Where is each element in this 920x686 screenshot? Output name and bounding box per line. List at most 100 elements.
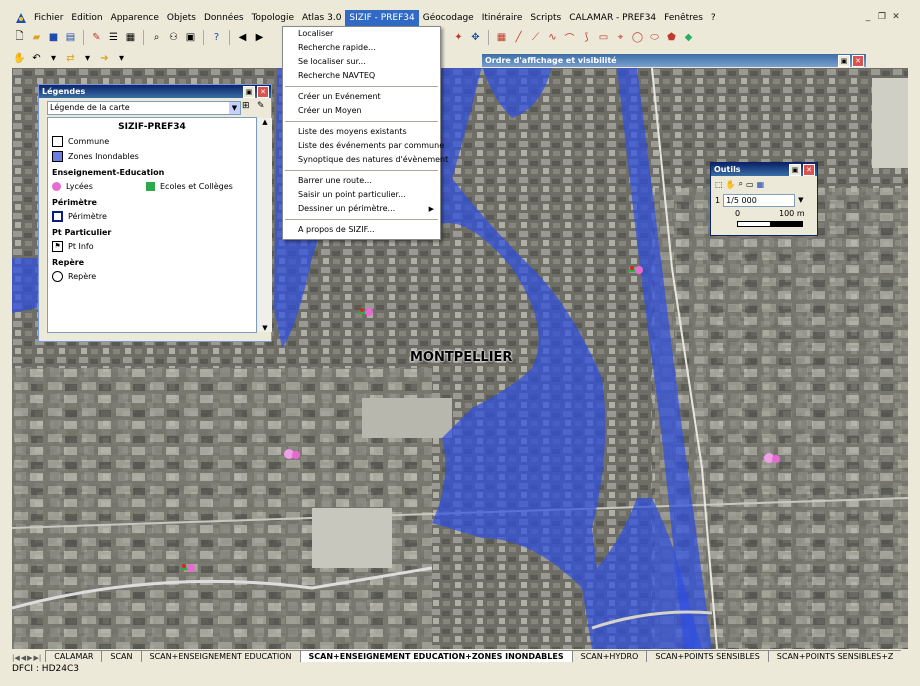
dropdown-item[interactable]: Recherche rapide... <box>283 41 440 55</box>
minimize-button[interactable]: _ <box>862 11 874 23</box>
close-panel-button[interactable]: ✕ <box>803 164 815 176</box>
menu-apparence[interactable]: Apparence <box>107 10 163 26</box>
menu-itin-raire[interactable]: Itinéraire <box>478 10 527 26</box>
legend-add-icon[interactable]: ⊞ <box>242 101 250 111</box>
chevron-down-icon[interactable]: ▼ <box>798 196 803 204</box>
dropdown-item[interactable]: Liste des événements par commune <box>283 139 444 153</box>
last-tab-icon[interactable]: ▶| <box>34 654 42 662</box>
close-panel-button[interactable]: ✕ <box>257 86 269 98</box>
back-arrow-icon[interactable]: ◀ <box>235 30 250 45</box>
restore-button[interactable]: ❐ <box>876 11 888 23</box>
draw-curve-icon[interactable]: ∿ <box>545 30 560 45</box>
table-view-icon[interactable]: ▦ <box>757 180 765 189</box>
dropdown-item-label: Créer un Evénement <box>298 92 381 101</box>
dropdown-item[interactable]: Synoptique des natures d'évènement <box>283 153 448 167</box>
edit-tool-icon[interactable]: ✦ <box>451 30 466 45</box>
grid-icon[interactable]: ▦ <box>494 30 509 45</box>
map-tab[interactable]: SCAN+POINTS SENSIBLES <box>646 650 768 662</box>
open-folder-icon[interactable]: ▰ <box>29 30 44 45</box>
draw-line-icon[interactable]: ╱ <box>511 30 526 45</box>
legend-group-perimetre: Périmètre <box>52 198 97 207</box>
zoom-icon[interactable]: ⌕ <box>739 179 743 189</box>
pan-hand-icon[interactable]: ✋ <box>726 180 736 189</box>
draw-path-icon[interactable]: ⟆ <box>579 30 594 45</box>
save-all-icon[interactable]: ▤ <box>63 30 78 45</box>
legend-edit-icon[interactable]: ✎ <box>257 101 265 111</box>
dropdown-item[interactable]: Se localiser sur... <box>283 55 440 69</box>
dropdown-item[interactable]: A propos de SIZIF... <box>283 223 440 237</box>
menu-atlas-3-0[interactable]: Atlas 3.0 <box>298 10 345 26</box>
school-icon <box>146 181 155 191</box>
draw-polyline-icon[interactable]: ⟋ <box>528 30 543 45</box>
map-tab[interactable]: SCAN+POINTS SENSIBLES+Z <box>767 650 902 662</box>
next-tab-icon[interactable]: ▶ <box>27 654 32 662</box>
save-icon[interactable]: ■ <box>46 30 61 45</box>
dropdown-item[interactable]: Recherche NAVTEQ <box>283 69 440 83</box>
undo-icon[interactable]: ↶ <box>29 51 44 66</box>
dropdown-item[interactable]: Barrer une route... <box>283 174 440 188</box>
next-icon[interactable]: ➜ <box>97 51 112 66</box>
draw-polygon-icon[interactable]: ⬟ <box>664 30 679 45</box>
menu-fichier[interactable]: Fichier <box>30 10 67 26</box>
close-button[interactable]: ✕ <box>890 11 902 23</box>
dropdown-item[interactable]: Dessiner un périmètre... ▶ <box>283 202 440 216</box>
draw-ellipse-icon[interactable]: ⬭ <box>647 30 662 45</box>
map-tool-icon[interactable]: ✎ <box>89 30 104 45</box>
binoculars-icon[interactable]: ⚇ <box>166 30 181 45</box>
pin-button[interactable]: ▣ <box>789 164 801 176</box>
table-icon[interactable]: ▦ <box>123 30 138 45</box>
dropdown-arrow-icon[interactable]: ▾ <box>46 51 61 66</box>
scale-input[interactable]: 1/5 000 <box>723 193 796 207</box>
menu-objets[interactable]: Objets <box>163 10 200 26</box>
style-icon[interactable]: ◆ <box>681 30 696 45</box>
map-tab[interactable]: SCAN+ENSEIGNEMENT EDUCATION+ZONES INONDA… <box>299 650 572 662</box>
draw-circle-icon[interactable]: ◯ <box>630 30 645 45</box>
draw-symbol-icon[interactable]: ⌖ <box>613 30 628 45</box>
dropdown-item[interactable]: Créer un Moyen <box>283 104 440 118</box>
legend-scrollbar[interactable]: ▲ ▼ <box>258 118 272 332</box>
legend-group-pt: Pt Particulier <box>52 228 112 237</box>
draw-rectangle-icon[interactable]: ▭ <box>596 30 611 45</box>
prev-tab-icon[interactable]: ◀ <box>21 654 26 662</box>
dropdown-item[interactable]: Créer un Evénement <box>283 90 440 104</box>
map-tab[interactable]: SCAN+HYDRO <box>571 650 647 662</box>
menu-g-ocodage[interactable]: Géocodage <box>419 10 478 26</box>
tooltip-icon[interactable]: ▭ <box>746 180 754 189</box>
dropdown-item[interactable]: Liste des moyens existants <box>283 125 440 139</box>
help-icon[interactable]: ? <box>209 30 224 45</box>
chevron-down-icon[interactable]: ▼ <box>229 102 240 114</box>
map-tab[interactable]: SCAN+ENSEIGNEMENT EDUCATION <box>140 650 300 662</box>
dropdown-item[interactable]: Saisir un point particulier... <box>283 188 440 202</box>
map-tab[interactable]: SCAN <box>101 650 141 662</box>
first-tab-icon[interactable]: |◀ <box>12 654 20 662</box>
dropdown-arrow-icon[interactable]: ▾ <box>80 51 95 66</box>
close-panel-button[interactable]: ✕ <box>852 55 864 67</box>
menu-sizif-pref34[interactable]: SIZIF - PREF34 <box>345 9 419 26</box>
find-icon[interactable]: ⌕ <box>149 30 164 45</box>
legend-item-commune: Commune <box>52 135 256 147</box>
layers-icon[interactable]: ☰ <box>106 30 121 45</box>
menu-calamar-pref34[interactable]: CALAMAR - PREF34 <box>565 10 660 26</box>
new-document-icon[interactable]: 🗋 <box>12 30 27 45</box>
redo-icon[interactable]: ⇄ <box>63 51 78 66</box>
move-tool-icon[interactable]: ✥ <box>468 30 483 45</box>
pin-button[interactable]: ▣ <box>243 86 255 98</box>
dropdown-arrow-icon[interactable]: ▾ <box>114 51 129 66</box>
pan-icon[interactable]: ✋ <box>12 51 27 66</box>
properties-icon[interactable]: ▣ <box>183 30 198 45</box>
pin-button[interactable]: ▣ <box>838 55 850 67</box>
legend-select[interactable]: Légende de la carte ▼ <box>47 101 241 115</box>
menu-[interactable]: ? <box>707 10 720 26</box>
dropdown-item[interactable]: Localiser <box>283 27 440 41</box>
legend-panel-title: Légendes ▣ ✕ <box>39 85 271 98</box>
menu-topologie[interactable]: Topologie <box>248 10 298 26</box>
map-tab[interactable]: CALAMAR <box>45 650 102 662</box>
forward-arrow-icon[interactable]: ▶ <box>252 30 267 45</box>
status-bar: DFCI : HD24C3 <box>12 663 908 675</box>
menu-scripts[interactable]: Scripts <box>526 10 565 26</box>
draw-arc-icon[interactable]: ⌒ <box>562 30 577 45</box>
menu-fen-tres[interactable]: Fenêtres <box>660 10 707 26</box>
select-tool-icon[interactable]: ⬚ <box>715 180 723 189</box>
menu-edition[interactable]: Edition <box>67 10 106 26</box>
menu-donn-es[interactable]: Données <box>200 10 248 26</box>
